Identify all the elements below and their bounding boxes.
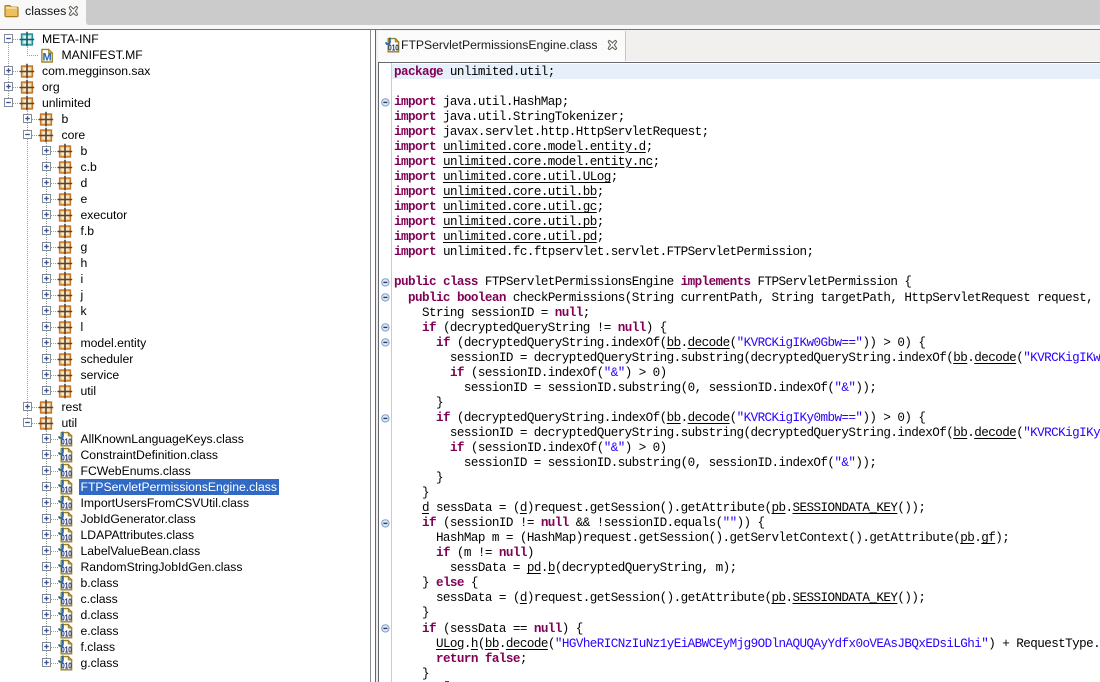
svg-text:010: 010 (61, 437, 72, 446)
svg-text:010: 010 (61, 453, 72, 462)
svg-text:010: 010 (61, 597, 72, 606)
svg-text:010: 010 (61, 485, 72, 494)
svg-text:010: 010 (61, 517, 72, 526)
svg-text:010: 010 (61, 581, 72, 590)
svg-text:010: 010 (61, 613, 72, 622)
svg-text:010: 010 (61, 469, 72, 478)
svg-text:M: M (43, 51, 52, 63)
svg-text:010: 010 (61, 661, 72, 670)
svg-text:010: 010 (61, 645, 72, 654)
svg-text:010: 010 (61, 533, 72, 542)
svg-text:010: 010 (61, 629, 72, 638)
svg-text:010: 010 (388, 43, 399, 52)
svg-text:010: 010 (61, 501, 72, 510)
svg-text:010: 010 (61, 565, 72, 574)
svg-text:010: 010 (61, 549, 72, 558)
